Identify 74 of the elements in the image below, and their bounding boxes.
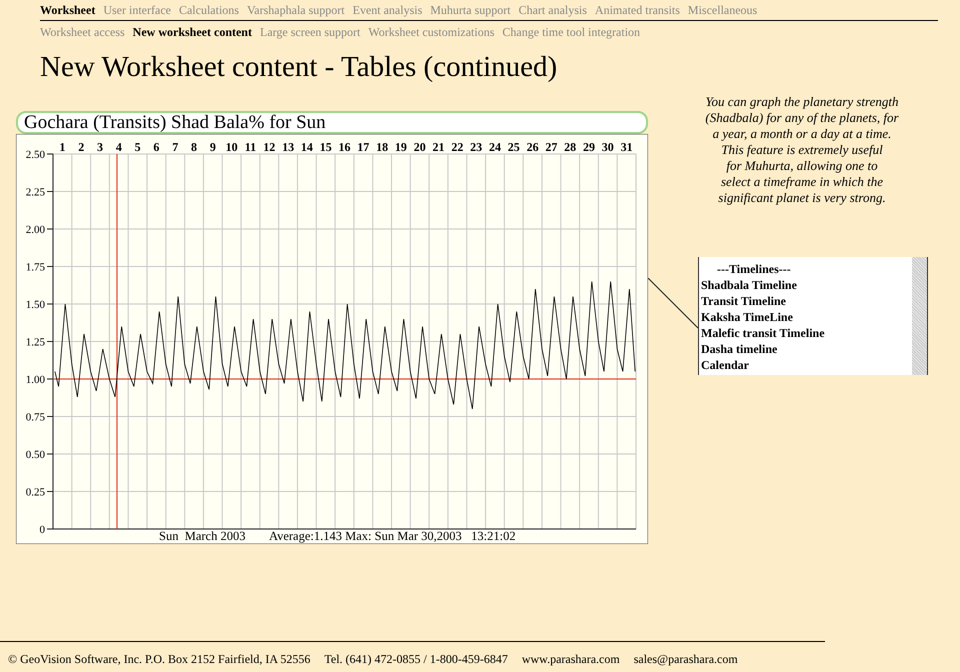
- day-label: 12: [263, 140, 276, 154]
- day-label: 28: [564, 140, 576, 154]
- day-label: 16: [338, 140, 350, 154]
- day-label: 23: [470, 140, 482, 154]
- list-item[interactable]: Malefic transit Timeline: [701, 325, 910, 341]
- day-label: 19: [394, 140, 407, 154]
- chart-title: Gochara (Transits) Shad Bala% for Sun: [16, 111, 648, 134]
- day-label: 8: [191, 140, 198, 154]
- website-link[interactable]: www.parashara.com: [522, 652, 620, 667]
- day-label: 20: [414, 140, 426, 154]
- nav-link[interactable]: Event analysis: [352, 3, 422, 18]
- day-label: 10: [226, 140, 238, 154]
- day-label: 24: [488, 140, 501, 154]
- day-label: 3: [97, 140, 104, 154]
- list-header: ---Timelines---: [716, 261, 792, 277]
- day-label: 27: [545, 140, 558, 154]
- day-label: 7: [172, 140, 178, 154]
- day-label: 21: [432, 140, 445, 154]
- day-label: 22: [451, 140, 464, 154]
- day-label: 13: [282, 140, 294, 154]
- y-axis-label: 1.25: [26, 336, 45, 348]
- chart-caption: Average:1.143 Max: Sun Mar 30,2003 13:21:02: [269, 529, 516, 543]
- footer-phone: Tel. (641) 472-0855 / 1-800-459-6847: [324, 652, 508, 667]
- day-label: 25: [508, 140, 520, 154]
- y-axis-label: 2.00: [26, 224, 45, 236]
- day-label: 30: [602, 140, 614, 154]
- day-label: 18: [376, 140, 388, 154]
- nav-link[interactable]: Calculations: [178, 3, 239, 18]
- scrollbar[interactable]: [912, 257, 927, 375]
- chart-caption: Sun March 2003: [159, 529, 246, 543]
- list-item[interactable]: Kaksha TimeLine: [701, 309, 910, 325]
- day-label: 26: [526, 140, 539, 154]
- nav-link[interactable]: Worksheet customizations: [368, 25, 494, 40]
- list-item[interactable]: Transit Timeline: [701, 293, 910, 309]
- nav-link[interactable]: Chart analysis: [518, 3, 587, 18]
- nav-link[interactable]: User interface: [103, 3, 171, 18]
- day-label: 1: [59, 140, 66, 154]
- nav-link[interactable]: Change time tool integration: [502, 25, 640, 40]
- nav-link[interactable]: New worksheet content: [132, 25, 252, 40]
- footer-address: © GeoVision Software, Inc. P.O. Box 2152 Fairfield, IA 52556: [8, 652, 310, 667]
- email-link[interactable]: sales@parashara.com: [634, 652, 738, 667]
- y-axis-label: 0.50: [26, 449, 45, 461]
- nav-link[interactable]: Worksheet access: [40, 25, 125, 40]
- day-label: 4: [116, 140, 122, 154]
- list-item[interactable]: Shadbala Timeline: [701, 277, 910, 293]
- day-label: 6: [153, 140, 160, 154]
- nav-link[interactable]: Worksheet: [40, 3, 96, 18]
- y-axis-label: 0.75: [26, 412, 45, 424]
- nav-link[interactable]: Miscellaneous: [688, 3, 758, 18]
- y-axis-label: 1.75: [26, 262, 45, 274]
- day-label: 29: [582, 140, 595, 154]
- y-axis-label: 2.50: [26, 149, 45, 161]
- day-label: 15: [320, 140, 332, 154]
- day-label: 9: [210, 140, 216, 154]
- day-label: 5: [134, 140, 141, 154]
- description-text: You can graph the planetary strength (Shadbala) for any of the planets, for a year, a month or a day at a time. This feature is extremely useful for Muhurta, allowing one to select a timeframe in which the significant planet is very strong.: [704, 94, 900, 206]
- nav-link[interactable]: Varshaphala support: [246, 3, 345, 18]
- list-item[interactable]: Dasha timeline: [701, 341, 910, 357]
- y-axis-label: 1.50: [26, 299, 45, 311]
- day-label: 14: [300, 140, 313, 154]
- nav-link[interactable]: Animated transits: [594, 3, 680, 18]
- timelines-list[interactable]: ---Timelines--- Shadbala Timeline Transit Timeline Kaksha TimeLine Malefic transit Timeline Dasha timeline Calendar: [698, 257, 928, 375]
- y-axis-label: 0: [40, 524, 45, 536]
- nav-link[interactable]: Muhurta support: [430, 3, 511, 18]
- day-label: 2: [78, 140, 84, 154]
- nav-link[interactable]: Large screen support: [260, 25, 360, 40]
- list-item[interactable]: Calendar: [701, 357, 910, 373]
- y-axis-label: 0.25: [26, 486, 45, 498]
- day-label: 31: [620, 140, 633, 154]
- y-axis-label: 2.25: [26, 186, 45, 198]
- day-label: 11: [244, 140, 256, 154]
- day-label: 17: [357, 140, 370, 154]
- page-heading: New Worksheet content - Tables (continued): [40, 50, 558, 84]
- y-axis-label: 1.00: [26, 374, 45, 386]
